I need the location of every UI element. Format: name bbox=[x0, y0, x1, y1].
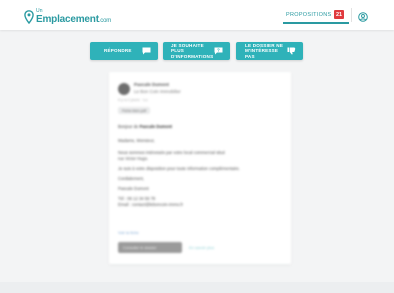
body-line: Email : contact@leboncoin-immo.fr bbox=[118, 202, 183, 207]
location-pin-icon bbox=[24, 10, 34, 24]
body-line: Cordialement, bbox=[118, 176, 145, 181]
body-line: rue Victor Hugo. bbox=[118, 156, 149, 161]
nav-propositions[interactable]: PROPOSITIONS bbox=[286, 12, 331, 18]
learn-more-link[interactable]: En savoir plus bbox=[189, 245, 214, 250]
view-dossier-button[interactable]: Consulter le dossier bbox=[118, 242, 182, 253]
question-icon: ? bbox=[214, 47, 223, 55]
body-line: Nous sommes intéressés par votre local c… bbox=[118, 150, 226, 155]
user-account-icon[interactable] bbox=[358, 12, 368, 22]
body-line: Tél : 06 12 34 56 78 bbox=[118, 196, 156, 201]
sender-name: Pascale Dumont bbox=[134, 82, 170, 87]
chat-icon bbox=[142, 47, 151, 55]
body-line: Je suis à votre disposition pour toute i… bbox=[118, 166, 240, 171]
sender-company: Le Bon Coin Immobilier bbox=[134, 89, 181, 94]
message-subject: Bonjour de Pascale Dumont bbox=[118, 124, 172, 129]
footer-band bbox=[0, 282, 394, 293]
body-line: Pascale Dumont bbox=[118, 186, 149, 191]
view-dossier-label: Consulter le dossier bbox=[123, 245, 157, 250]
logo-main-text: Emplacement bbox=[36, 14, 99, 25]
reply-button[interactable]: RÉPONDRE bbox=[90, 42, 158, 60]
not-interested-button[interactable]: LE DOSSIER NE M'INTÉRESSE PAS bbox=[236, 42, 303, 60]
propositions-count-badge: 21 bbox=[334, 10, 344, 19]
message-meta: Il y a 2 jours · Lu bbox=[118, 97, 148, 102]
subject-value: Pascale Dumont bbox=[139, 124, 173, 129]
subject-prefix: Bonjour de bbox=[118, 124, 139, 129]
not-interested-button-label: LE DOSSIER NE M'INTÉRESSE PAS bbox=[245, 43, 284, 59]
reply-button-label: RÉPONDRE bbox=[104, 48, 132, 54]
body-line: Madame, Monsieur, bbox=[118, 138, 155, 143]
view-listing-link[interactable]: Voir la fiche bbox=[118, 230, 139, 235]
message-card: Pascale Dumont Le Bon Coin Immobilier Il… bbox=[109, 72, 291, 264]
attachment-chip[interactable]: Fiche-bien.pdf bbox=[118, 107, 151, 114]
more-info-button[interactable]: JE SOUHAITE PLUS D'INFORMATIONS ? bbox=[163, 42, 230, 60]
logo-suffix: .com bbox=[98, 18, 112, 24]
attachment-label: Fiche-bien.pdf bbox=[122, 108, 147, 113]
more-info-button-label: JE SOUHAITE PLUS D'INFORMATIONS bbox=[171, 43, 214, 59]
top-header: Un Emplacement.com PROPOSITIONS 21 bbox=[0, 0, 394, 30]
svg-text:?: ? bbox=[217, 48, 220, 53]
logo-wordmark: Emplacement.com bbox=[36, 14, 111, 25]
thumbs-down-icon bbox=[287, 47, 296, 55]
nav-divider bbox=[351, 8, 352, 22]
avatar bbox=[118, 83, 130, 95]
nav-active-underline bbox=[283, 22, 349, 24]
